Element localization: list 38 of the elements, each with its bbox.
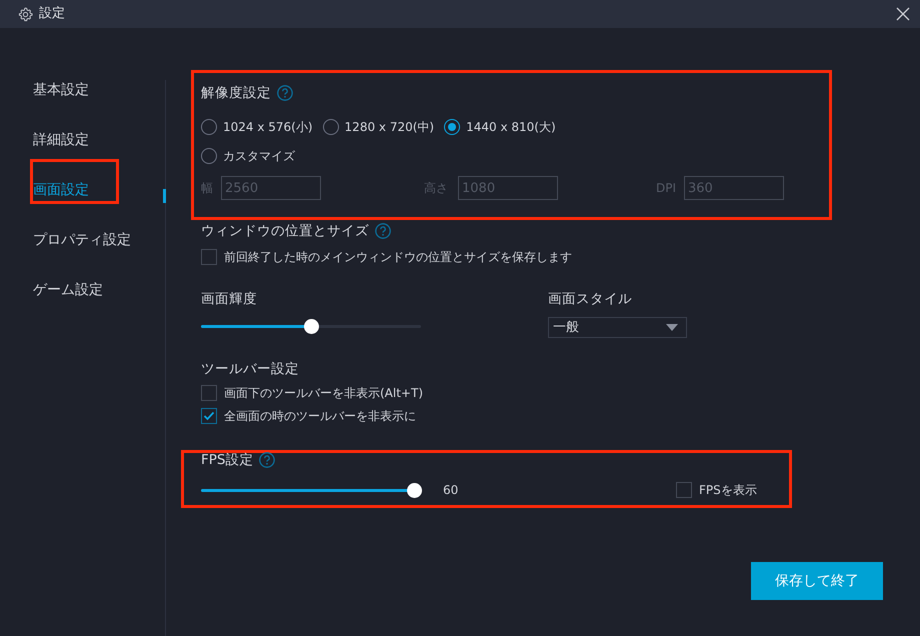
slider-thumb[interactable] <box>304 319 319 334</box>
window-title: 設定 <box>39 5 65 24</box>
checkbox[interactable] <box>201 408 217 424</box>
checkbox-label: 前回終了した時のメインウィンドウの位置とサイズを保存します <box>224 249 572 266</box>
checkbox-label: 全画面の時のツールバーを非表示に <box>224 408 416 425</box>
help-icon[interactable] <box>375 223 391 239</box>
sidebar-item[interactable]: 画面設定 <box>0 180 165 230</box>
section-title: FPS設定 <box>201 451 254 470</box>
sidebar-item[interactable]: 基本設定 <box>0 80 165 130</box>
dropdown[interactable]: 一般 <box>548 317 687 338</box>
radio-option[interactable]: 1440 x 810(大) <box>444 117 556 137</box>
section-title: 解像度設定 <box>201 84 271 103</box>
checkbox[interactable] <box>201 385 217 401</box>
radio-option[interactable]: 1024 x 576(小) <box>201 117 313 137</box>
field-label: 高さ <box>424 180 449 197</box>
checkbox[interactable] <box>201 249 217 265</box>
field-label: 幅 <box>201 180 214 197</box>
section-title: 画面輝度 <box>201 290 257 309</box>
caret-icon <box>666 324 678 331</box>
sidebar-item[interactable]: 詳細設定 <box>0 130 165 180</box>
checkbox[interactable] <box>676 482 692 498</box>
close-button[interactable] <box>896 7 910 21</box>
radio-option[interactable]: 1280 x 720(中) <box>322 117 434 137</box>
section-title: 画面スタイル <box>548 290 632 309</box>
active-indicator <box>163 189 166 203</box>
checkbox-label: 画面下のツールバーを非表示(Alt+T) <box>224 385 423 402</box>
radio-option[interactable]: カスタマイズ <box>201 146 295 166</box>
checkbox-label: FPSを表示 <box>699 482 757 499</box>
slider-thumb[interactable] <box>407 482 422 498</box>
settings-icon <box>18 6 33 22</box>
fps-value: 60 <box>443 482 460 499</box>
field-label: DPI <box>656 180 678 197</box>
sidebar-item[interactable]: プロパティ設定 <box>0 230 165 280</box>
section-title: ツールバー設定 <box>201 360 299 379</box>
section-title: ウィンドウの位置とサイズ <box>201 222 369 241</box>
help-icon[interactable] <box>259 452 276 468</box>
sidebar-item[interactable]: ゲーム設定 <box>0 280 165 330</box>
help-icon[interactable] <box>277 85 293 101</box>
